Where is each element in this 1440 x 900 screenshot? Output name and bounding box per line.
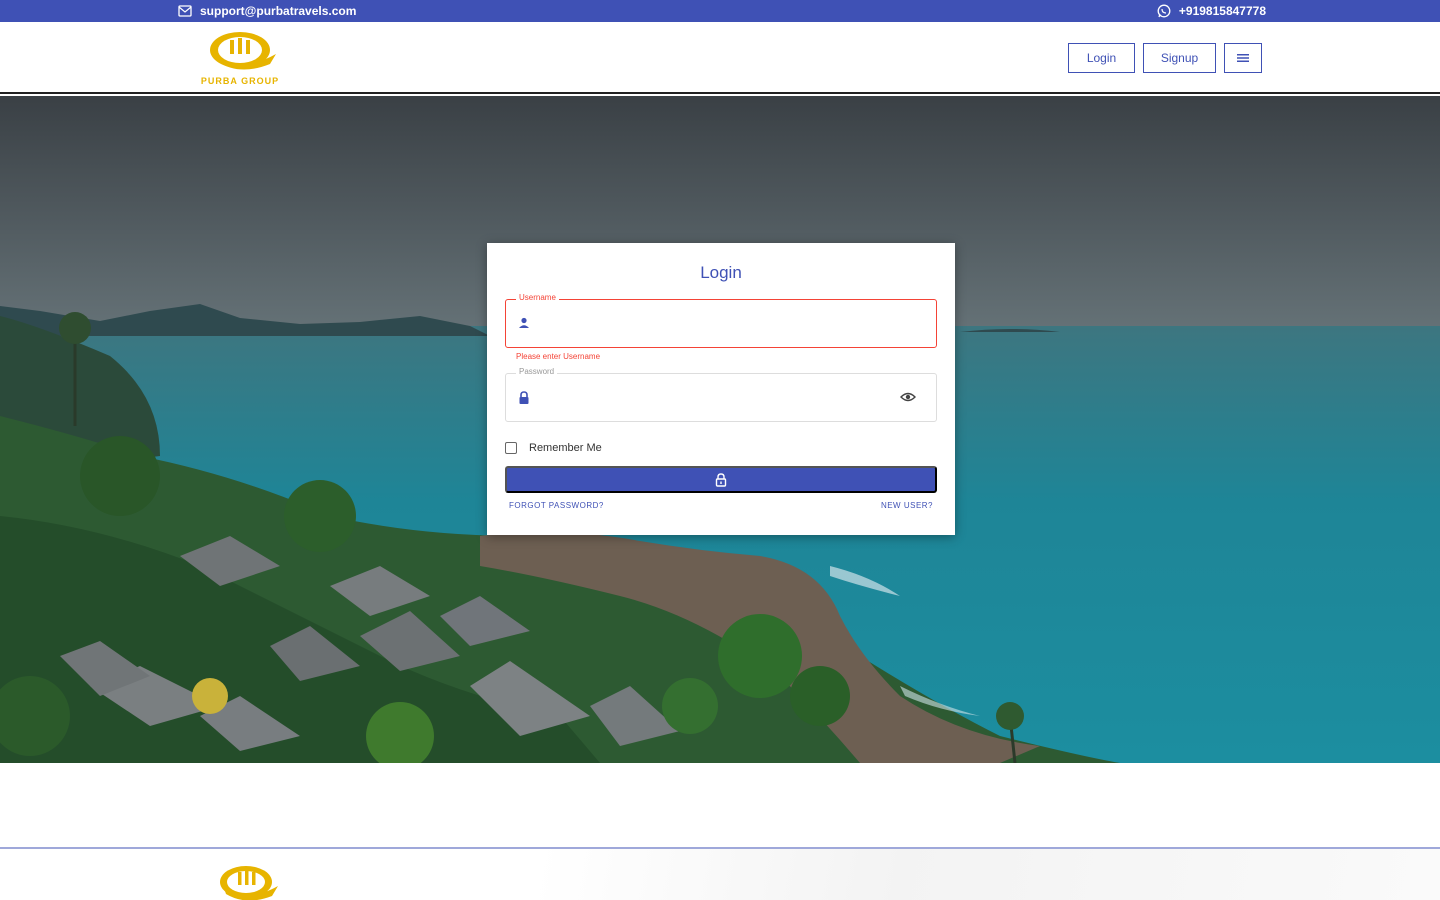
- header-signup-button[interactable]: Signup: [1143, 43, 1216, 73]
- unlock-icon: [715, 472, 727, 487]
- footer-logo-emblem-icon: [220, 866, 278, 900]
- site-header: PURBA GROUP Login Signup: [0, 22, 1440, 94]
- eye-icon[interactable]: [900, 392, 916, 402]
- lock-icon: [519, 391, 529, 404]
- mail-icon: [178, 5, 192, 17]
- support-email-text: support@purbatravels.com: [200, 4, 357, 18]
- header-nav: Login Signup: [1068, 43, 1262, 73]
- username-label: Username: [516, 293, 559, 302]
- support-email[interactable]: support@purbatravels.com: [178, 4, 356, 18]
- username-error: Please enter Username: [516, 352, 601, 361]
- support-phone-text: +919815847778: [1178, 4, 1266, 18]
- login-links: FORGOT PASSWORD? NEW USER?: [509, 501, 933, 510]
- contact-bar: support@purbatravels.com +919815847778: [0, 0, 1440, 22]
- remember-checkbox[interactable]: [505, 442, 517, 454]
- logo-emblem-icon: [210, 32, 276, 70]
- remember-label: Remember Me: [529, 442, 602, 454]
- forgot-password-link[interactable]: FORGOT PASSWORD?: [509, 501, 604, 510]
- password-label: Password: [516, 367, 558, 376]
- username-field[interactable]: Username: [505, 293, 937, 348]
- brand-logo[interactable]: PURBA GROUP: [178, 30, 302, 88]
- header-login-button[interactable]: Login: [1068, 43, 1135, 73]
- footer-decoration: [540, 849, 1440, 900]
- menu-icon: [1237, 54, 1249, 62]
- login-title: Login: [700, 263, 742, 282]
- login-card: Login Username Please enter Username Pas…: [487, 243, 955, 535]
- remember-me[interactable]: Remember Me: [505, 442, 602, 454]
- support-phone[interactable]: +919815847778: [1157, 4, 1266, 18]
- person-icon: [519, 317, 529, 328]
- logo-text: PURBA GROUP: [200, 76, 280, 86]
- footer-logo[interactable]: [208, 862, 284, 900]
- whatsapp-icon: [1157, 4, 1171, 18]
- login-submit-button[interactable]: [505, 466, 937, 493]
- new-user-link[interactable]: NEW USER?: [881, 501, 933, 510]
- password-field[interactable]: Password: [505, 367, 937, 422]
- menu-button[interactable]: [1224, 43, 1262, 73]
